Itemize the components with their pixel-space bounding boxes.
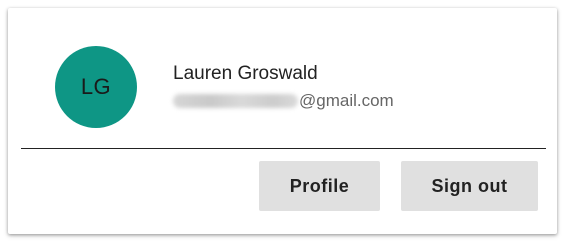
- divider: [21, 148, 546, 149]
- email-redacted: [173, 94, 298, 108]
- avatar-initials: LG: [80, 74, 112, 99]
- sign-out-button[interactable]: Sign out: [401, 161, 538, 211]
- profile-button[interactable]: Profile: [259, 161, 380, 211]
- email-domain: @gmail.com: [299, 91, 394, 110]
- account-menu-card: LG Lauren Groswald @gmail.com Profile Si…: [8, 8, 557, 234]
- user-email: @gmail.com: [173, 91, 394, 111]
- user-name: Lauren Groswald: [173, 63, 318, 84]
- avatar: LG: [55, 46, 137, 128]
